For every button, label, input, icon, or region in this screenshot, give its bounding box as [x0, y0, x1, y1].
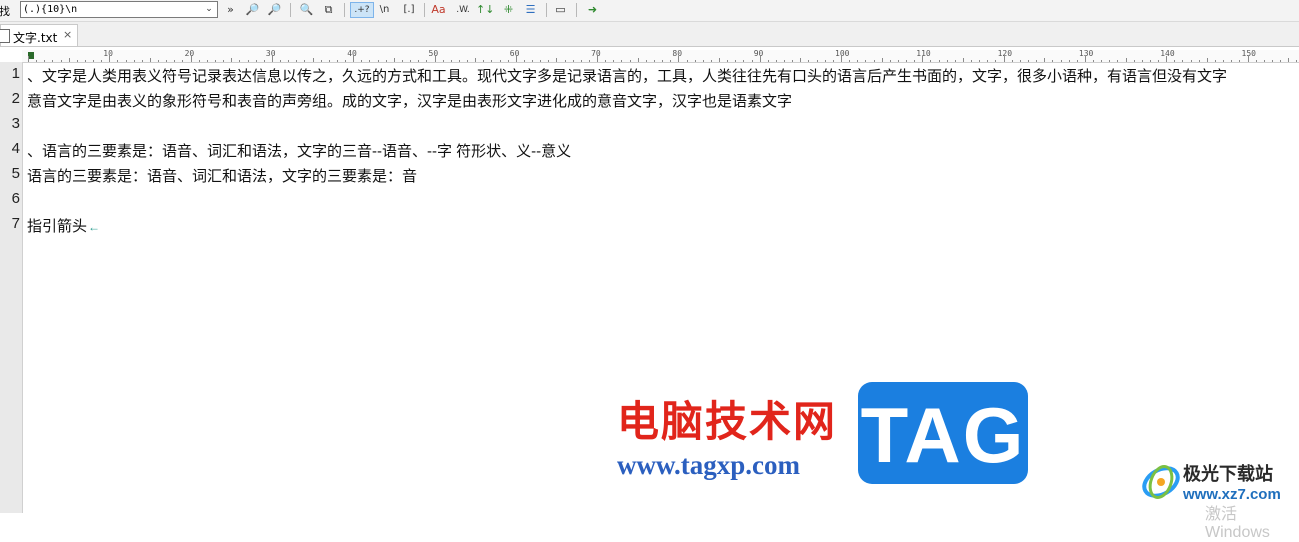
ruler-label: 100 [835, 50, 850, 58]
ruler-label: 80 [672, 50, 683, 58]
line-end-marker: ← [88, 220, 101, 234]
watermark-site-name: 电脑技术网 [617, 398, 838, 445]
list-results-icon[interactable]: ☰ [522, 2, 539, 18]
toolbar-separator [290, 3, 291, 17]
watermark-url: www.tagxp.com [617, 450, 800, 480]
mark-all-icon[interactable]: ⁜ [500, 2, 517, 18]
ruler-label: 110 [916, 50, 931, 58]
ruler-label: 60 [509, 50, 520, 58]
ruler-label: 30 [265, 50, 276, 58]
ruler-label: 10 [103, 50, 113, 58]
wrap-around-icon[interactable]: ↑↓ [476, 2, 494, 18]
go-arrow-icon[interactable]: ➜ [584, 2, 601, 18]
editor-line[interactable]: 意音文字是由表义的象形符号和表音的声旁组。成的文字，汉字是由表形文字进化成的意音… [27, 90, 792, 111]
panel-icon[interactable]: ▭ [552, 2, 569, 18]
watermark-tag-logo: TAG [858, 382, 1028, 484]
line-number: 5 [11, 165, 20, 182]
line-number: 2 [11, 90, 20, 107]
line-text: 、文字是人类用表义符号记录表达信息以传之，久远的方式和工具。现代文字多是记录语言… [27, 68, 1228, 85]
close-icon[interactable]: × [63, 28, 72, 41]
match-case-icon[interactable]: Aa [430, 2, 447, 18]
ruler-label: 130 [1078, 50, 1094, 58]
line-number: 3 [11, 115, 20, 132]
line-number: 7 [11, 215, 20, 232]
editor-line[interactable]: 语言的三要素是：语音、词汇和语法，文字的三要素是：音 [27, 165, 417, 186]
watermark-tag-text: TAG [860, 391, 1026, 479]
copy-icon[interactable]: ⧉ [320, 2, 337, 18]
line-number: 4 [11, 140, 20, 157]
find-combo[interactable]: ⌄ [20, 1, 218, 18]
ruler-label: 40 [347, 50, 357, 58]
aurora-logo-icon [1142, 465, 1180, 499]
ruler-label: 90 [753, 50, 764, 58]
line-number: 1 [11, 65, 20, 82]
newline-toggle-icon[interactable]: \n [376, 2, 393, 18]
tab-label: 文字.txt [13, 31, 58, 45]
document-icon [0, 29, 10, 43]
line-text: 意音文字是由表义的象形符号和表音的声旁组。成的文字，汉字是由表形文字进化成的意音… [27, 93, 793, 110]
ruler-label: 50 [428, 50, 439, 58]
editor-line[interactable]: 、文字是人类用表义符号记录表达信息以传之，久远的方式和工具。现代文字多是记录语言… [27, 65, 1227, 86]
ruler-label: 150 [1241, 50, 1256, 58]
brackets-toggle-icon[interactable]: [.] [398, 2, 420, 18]
toolbar-separator [546, 3, 547, 17]
line-number-gutter: 1 2 3 4 5 6 7 [0, 62, 23, 513]
regex-toggle-icon[interactable]: .+? [350, 2, 374, 18]
whole-word-icon[interactable]: .W. [452, 2, 474, 18]
tab-file[interactable]: 文字.txt × [0, 24, 78, 46]
ruler-label: 120 [997, 50, 1013, 58]
toolbar-separator [424, 3, 425, 17]
chevron-down-icon[interactable]: ⌄ [202, 3, 216, 16]
editor-line[interactable]: 、语言的三要素是：语音、词汇和语法，文字的三音--语音、--字 符形状、义--意… [27, 140, 571, 161]
watermark-site2-name: 极光下载站 [1183, 464, 1273, 484]
toolbar-separator [576, 3, 577, 17]
find-input[interactable] [23, 2, 199, 17]
windows-activation-text: 激活 Windows [1205, 506, 1270, 541]
find-label: 查找 [0, 5, 10, 18]
expand-icon[interactable]: » [222, 2, 239, 18]
line-text: 指引箭头 [27, 218, 88, 235]
find-prev-icon[interactable]: 🔎 [244, 2, 261, 18]
ruler-label: 70 [591, 50, 601, 58]
find-next-icon[interactable]: 🔎 [266, 2, 283, 18]
tab-strip: 文字.txt × [0, 22, 1299, 47]
line-text: 、语言的三要素是：语音、词汇和语法，文字的三音--语音、--字 符形状、义--意… [27, 143, 572, 160]
line-number: 6 [11, 190, 20, 207]
line-text: 语言的三要素是：语音、词汇和语法，文字的三要素是：音 [27, 168, 418, 185]
ruler-label: 20 [184, 50, 195, 58]
toolbar-separator [344, 3, 345, 17]
editor-line[interactable]: 指引箭头← [27, 215, 100, 236]
ruler-label: 140 [1160, 50, 1175, 58]
find-toolbar: 查找 ⌄ » 🔎 🔎 🔍 ⧉ .+? \n [.] Aa .W. ↑↓ ⁜ ☰ … [0, 0, 1299, 22]
find-in-files-icon[interactable]: 🔍 [298, 2, 315, 18]
